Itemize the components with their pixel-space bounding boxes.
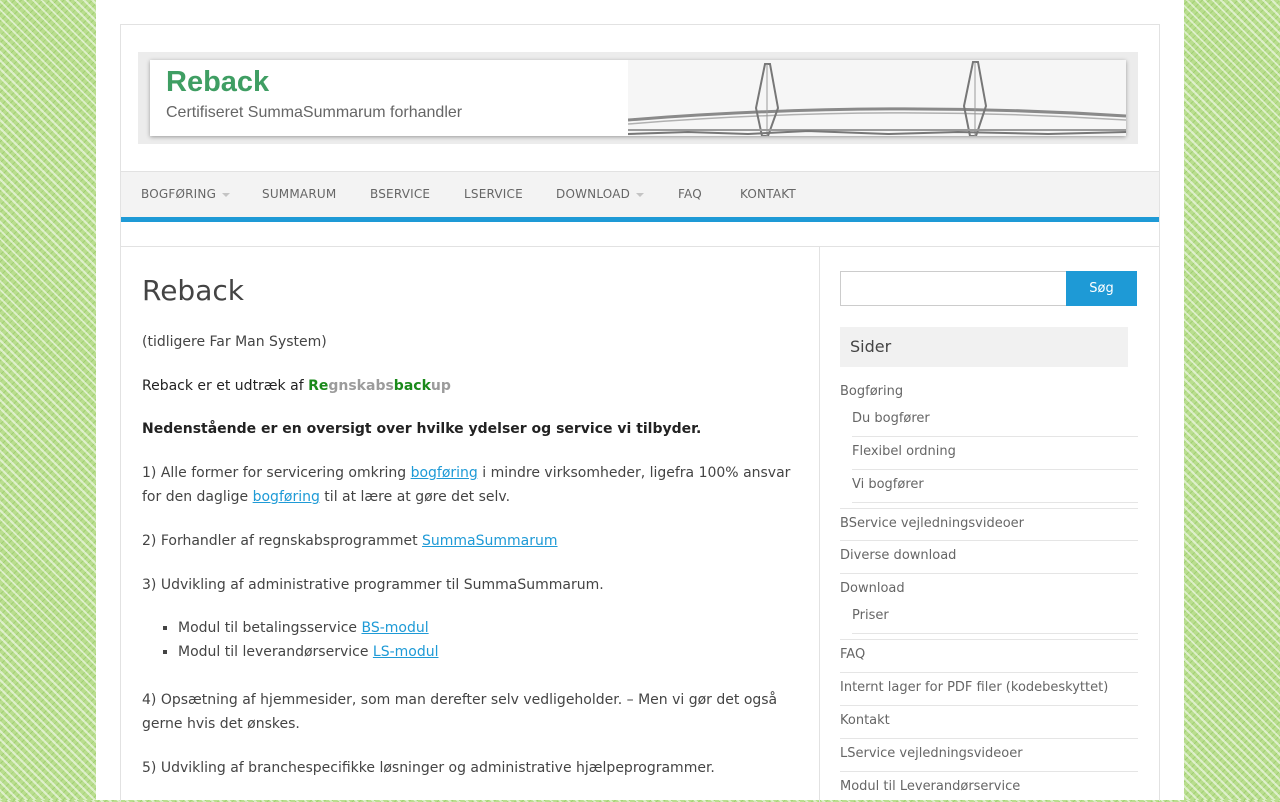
divider bbox=[852, 469, 1138, 470]
divider bbox=[840, 738, 1138, 739]
intro-text: (tidligere Far Man System) bbox=[142, 334, 327, 350]
sidebar-item-priser[interactable]: Priser bbox=[852, 608, 889, 623]
sidebar-item-diverse-download[interactable]: Diverse download bbox=[840, 548, 956, 563]
search-input[interactable] bbox=[840, 271, 1077, 306]
sidebar-item-faq[interactable]: FAQ bbox=[840, 647, 865, 662]
nav-item-download[interactable]: DOWNLOAD bbox=[556, 172, 645, 217]
sidebar-item-bogforing[interactable]: Bogføring bbox=[840, 384, 903, 399]
nav-item-label: BOGFØRING bbox=[141, 187, 217, 201]
sidebar-item-download[interactable]: Download bbox=[840, 581, 905, 596]
divider bbox=[840, 672, 1138, 673]
divider bbox=[840, 705, 1138, 706]
modules-list: Modul til betalingsservice BS-modul Modu… bbox=[142, 616, 838, 664]
sidebar-item-vi-bogforer[interactable]: Vi bogfører bbox=[852, 477, 924, 492]
banner-title: Reback bbox=[166, 66, 270, 98]
overview-heading: Nedenstående er en oversigt over hvilke … bbox=[142, 421, 702, 437]
nav-item-bogforing[interactable]: BOGFØRING bbox=[141, 172, 231, 217]
site-header-banner[interactable]: Reback Certifiseret SummaSummarum forhan… bbox=[138, 52, 1138, 144]
nav-item-kontakt[interactable]: KONTAKT bbox=[740, 172, 796, 217]
sidebar-item-flexibel-ordning[interactable]: Flexibel ordning bbox=[852, 444, 956, 459]
bridge-illustration bbox=[628, 60, 1126, 136]
service-item-3: 3) Udvikling af administrative programme… bbox=[142, 577, 604, 593]
brand-up: up bbox=[430, 378, 451, 394]
brand-back: back bbox=[393, 378, 431, 394]
divider bbox=[852, 502, 1138, 503]
divider bbox=[840, 771, 1138, 772]
module-text: Modul til betalingsservice bbox=[178, 620, 362, 636]
ls-modul-link[interactable]: LS-modul bbox=[373, 644, 439, 660]
item1-text-a: 1) Alle former for servicering omkring bbox=[142, 465, 411, 481]
service-item-2: 2) Forhandler af regnskabsprogrammet Sum… bbox=[142, 529, 802, 553]
nav-item-summarum[interactable]: SUMMARUM bbox=[262, 172, 336, 217]
pages-widget-title: Sider bbox=[840, 327, 1128, 367]
nav-item-label: LSERVICE bbox=[464, 187, 523, 201]
nav-item-bservice[interactable]: BSERVICE bbox=[370, 172, 430, 217]
caret-down-icon bbox=[636, 192, 645, 197]
banner-subtitle: Certifiseret SummaSummarum forhandler bbox=[166, 104, 463, 121]
nav-item-faq[interactable]: FAQ bbox=[678, 172, 702, 217]
nav-item-label: KONTAKT bbox=[740, 187, 796, 201]
search-button[interactable]: Søg bbox=[1066, 271, 1137, 306]
sidebar-item-lservice-videos[interactable]: LService vejledningsvideoer bbox=[840, 746, 1023, 761]
divider bbox=[840, 639, 1138, 640]
service-item-4: 4) Opsætning af hjemmesider, som man der… bbox=[142, 692, 778, 732]
page-title: Reback bbox=[142, 274, 244, 307]
bogforing-link-2[interactable]: bogføring bbox=[253, 489, 320, 505]
nav-item-label: SUMMARUM bbox=[262, 187, 337, 201]
sidebar-item-bservice-videos[interactable]: BService vejledningsvideoer bbox=[840, 516, 1024, 531]
nav-item-label: BSERVICE bbox=[370, 187, 431, 201]
brand-re: Re bbox=[308, 378, 329, 394]
extract-line: Reback er et udtræk af Regnskabsbackup bbox=[142, 374, 802, 398]
main-content: Reback (tidligere Far Man System) Reback… bbox=[121, 246, 820, 802]
list-item: Modul til betalingsservice BS-modul bbox=[178, 616, 838, 640]
nav-item-label: DOWNLOAD bbox=[556, 187, 631, 201]
bogforing-link[interactable]: bogføring bbox=[411, 465, 478, 481]
divider bbox=[840, 540, 1138, 541]
sidebar-item-du-bogforer[interactable]: Du bogfører bbox=[852, 411, 930, 426]
list-item: Modul til leverandørservice LS-modul bbox=[178, 640, 838, 664]
caret-down-icon bbox=[222, 192, 231, 197]
sidebar-item-internt-lager[interactable]: Internt lager for PDF filer (kodebeskytt… bbox=[840, 680, 1108, 695]
page-container: Reback Certifiseret SummaSummarum forhan… bbox=[96, 0, 1184, 802]
banner-image[interactable]: Reback Certifiseret SummaSummarum forhan… bbox=[150, 60, 1126, 136]
main-navigation: BOGFØRING SUMMARUM BSERVICE LSERVICE DOW… bbox=[121, 171, 1159, 222]
divider bbox=[852, 436, 1138, 437]
sidebar-item-kontakt[interactable]: Kontakt bbox=[840, 713, 890, 728]
divider bbox=[840, 508, 1138, 509]
divider bbox=[852, 633, 1138, 634]
service-item-1: 1) Alle former for servicering omkring b… bbox=[142, 461, 802, 509]
sidebar: Søg Sider Bogføring Du bogfører Flexibel… bbox=[820, 246, 1159, 802]
divider bbox=[840, 573, 1138, 574]
site-frame: Reback Certifiseret SummaSummarum forhan… bbox=[120, 24, 1160, 802]
summasummarum-link[interactable]: SummaSummarum bbox=[422, 533, 558, 549]
nav-item-label: FAQ bbox=[678, 187, 702, 201]
brand-gnskabs: gnskabs bbox=[328, 378, 394, 394]
bs-modul-link[interactable]: BS-modul bbox=[361, 620, 428, 636]
extract-prefix: Reback er et udtræk af bbox=[142, 378, 309, 394]
nav-item-lservice[interactable]: LSERVICE bbox=[464, 172, 523, 217]
item1-text-c: til at lære at gøre det selv. bbox=[319, 489, 511, 505]
module-text: Modul til leverandørservice bbox=[178, 644, 373, 660]
sidebar-item-modul-leverandorservice[interactable]: Modul til Leverandørservice bbox=[840, 779, 1020, 794]
service-item-5: 5) Udvikling af branchespecifikke løsnin… bbox=[142, 760, 715, 776]
item2-text: 2) Forhandler af regnskabsprogrammet bbox=[142, 533, 423, 549]
